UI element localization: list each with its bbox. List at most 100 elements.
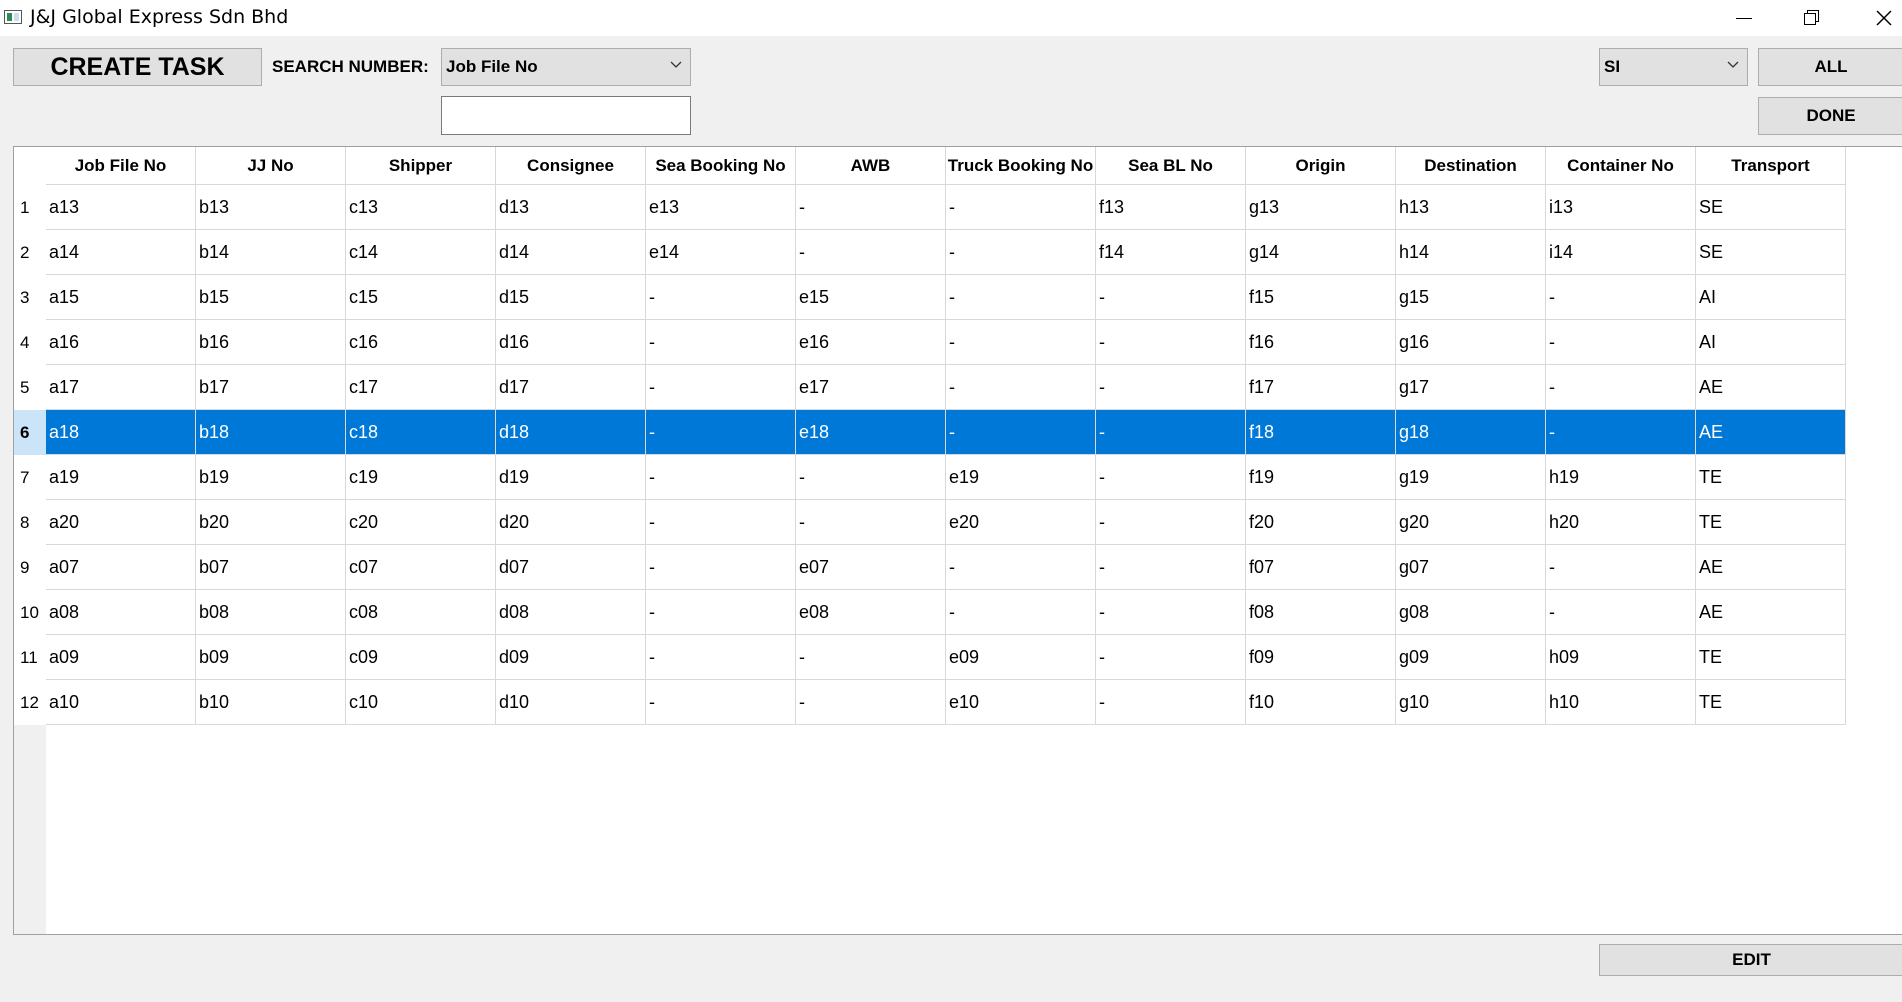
job-table[interactable]: Job File No JJ No Shipper Consignee Sea Book… [13,146,1902,935]
table-row[interactable]: 2 a14 b14 c14 d14 e14- - f14 g14 h14 i14 SE [14,230,1847,275]
table-cell[interactable]: i14 [1546,230,1696,275]
table-cell[interactable]: d08 [496,590,646,635]
table-cell[interactable]: h13 [1396,185,1546,230]
table-cell[interactable]: d19 [496,455,646,500]
table-cell[interactable]: AE [1696,590,1846,635]
table-cell[interactable]: b10 [196,680,346,725]
table-cell[interactable]: c16 [346,320,496,365]
table-cell[interactable]: d13 [496,185,646,230]
table-cell[interactable]: c13 [346,185,496,230]
table-cell[interactable]: a20 [46,500,196,545]
create-task-button[interactable]: CREATE TASK [13,48,262,86]
table-cell[interactable]: TE [1696,635,1846,680]
table-cell[interactable]: - [1096,545,1246,590]
column-header[interactable]: Container No [1546,147,1696,185]
table-cell[interactable]: g15 [1396,275,1546,320]
table-cell[interactable]: - [1096,455,1246,500]
table-cell[interactable]: b14 [196,230,346,275]
table-cell[interactable]: g16 [1396,320,1546,365]
table-cell[interactable]: - [1546,275,1696,320]
table-cell[interactable]: AE [1696,410,1846,455]
column-header[interactable]: Destination [1396,147,1546,185]
table-cell[interactable]: a18 [46,410,196,455]
table-cell[interactable]: - [646,320,796,365]
table-row[interactable]: 8 a20 b20 c20 d20- - e20- f20 g20 h20 TE [14,500,1847,545]
table-cell[interactable]: g17 [1396,365,1546,410]
table-cell[interactable]: d16 [496,320,646,365]
column-header[interactable]: Sea Booking No [646,147,796,185]
row-number[interactable]: 5 [14,365,46,410]
table-cell[interactable]: f10 [1246,680,1396,725]
table-cell[interactable]: - [946,410,1096,455]
search-type-select[interactable]: Job File No [441,48,691,86]
table-row[interactable]: 5 a17 b17 c17 d17- e17- - f17 g17- AE [14,365,1847,410]
table-cell[interactable]: - [1096,365,1246,410]
table-cell[interactable]: d18 [496,410,646,455]
table-cell[interactable]: g18 [1396,410,1546,455]
table-cell[interactable]: b07 [196,545,346,590]
column-header[interactable]: Job File No [46,147,196,185]
table-cell[interactable]: - [1546,545,1696,590]
table-cell[interactable]: AI [1696,275,1846,320]
table-cell[interactable]: i13 [1546,185,1696,230]
table-cell[interactable]: AE [1696,365,1846,410]
table-cell[interactable]: e16 [796,320,946,365]
table-cell[interactable]: h10 [1546,680,1696,725]
table-row[interactable]: 10 a08 b08 c08 d08- e08- - f08 g08- AE [14,590,1847,635]
column-header[interactable]: Origin [1246,147,1396,185]
table-cell[interactable]: b16 [196,320,346,365]
table-cell[interactable]: - [646,455,796,500]
table-cell[interactable]: - [796,635,946,680]
column-header[interactable]: AWB [796,147,946,185]
table-cell[interactable]: f14 [1096,230,1246,275]
table-cell[interactable]: f19 [1246,455,1396,500]
table-cell[interactable]: a14 [46,230,196,275]
done-button[interactable]: DONE [1758,97,1902,135]
table-cell[interactable]: d14 [496,230,646,275]
table-cell[interactable]: - [946,320,1096,365]
table-cell[interactable]: a09 [46,635,196,680]
table-cell[interactable]: a08 [46,590,196,635]
table-cell[interactable]: g10 [1396,680,1546,725]
column-header[interactable]: Sea BL No [1096,147,1246,185]
table-cell[interactable]: e17 [796,365,946,410]
table-cell[interactable]: - [1546,590,1696,635]
table-cell[interactable]: e13 [646,185,796,230]
table-cell[interactable]: - [646,590,796,635]
all-button[interactable]: ALL [1758,48,1902,86]
table-cell[interactable]: c18 [346,410,496,455]
row-number[interactable]: 9 [14,545,46,590]
table-cell[interactable]: - [1096,635,1246,680]
table-cell[interactable]: h19 [1546,455,1696,500]
table-cell[interactable]: d17 [496,365,646,410]
table-cell[interactable]: - [946,545,1096,590]
row-number[interactable]: 1 [14,185,46,230]
table-cell[interactable]: f08 [1246,590,1396,635]
row-number[interactable]: 3 [14,275,46,320]
table-cell[interactable]: - [796,500,946,545]
edit-button[interactable]: EDIT [1599,944,1902,976]
table-cell[interactable]: e20 [946,500,1096,545]
table-cell[interactable]: h14 [1396,230,1546,275]
table-cell[interactable]: - [1546,365,1696,410]
table-cell[interactable]: - [646,635,796,680]
table-cell[interactable]: b17 [196,365,346,410]
table-cell[interactable]: e08 [796,590,946,635]
table-cell[interactable]: d15 [496,275,646,320]
table-cell[interactable]: - [1096,500,1246,545]
table-cell[interactable]: c14 [346,230,496,275]
table-row[interactable]: 4 a16 b16 c16 d16- e16- - f16 g16- AI [14,320,1847,365]
row-number[interactable]: 10 [14,590,46,635]
table-cell[interactable]: e09 [946,635,1096,680]
table-cell[interactable]: h20 [1546,500,1696,545]
table-cell[interactable]: - [1096,275,1246,320]
table-cell[interactable]: c08 [346,590,496,635]
table-cell[interactable]: - [1096,680,1246,725]
table-cell[interactable]: f20 [1246,500,1396,545]
table-cell[interactable]: h09 [1546,635,1696,680]
table-cell[interactable]: - [946,365,1096,410]
table-cell[interactable]: f07 [1246,545,1396,590]
table-cell[interactable]: - [946,275,1096,320]
table-cell[interactable]: b08 [196,590,346,635]
table-cell[interactable]: a16 [46,320,196,365]
